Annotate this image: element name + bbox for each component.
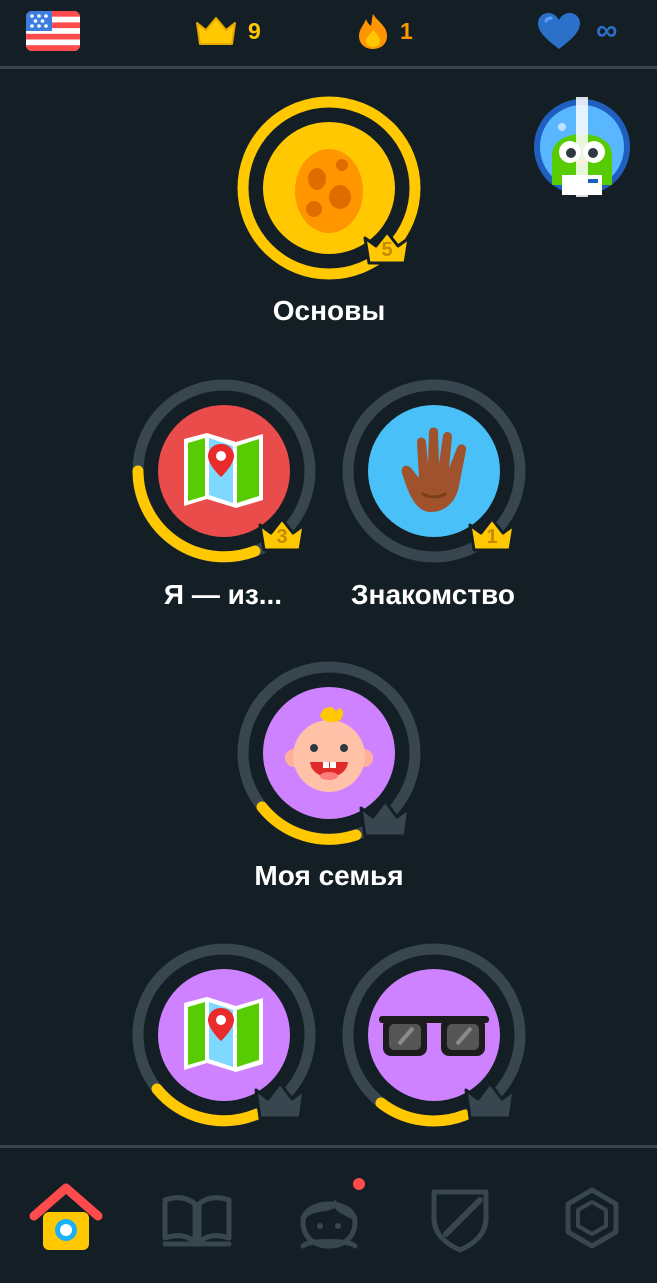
crown-icon-locked — [254, 1081, 306, 1120]
us-flag-icon — [26, 11, 80, 51]
crown-level-badge: 5 — [362, 229, 412, 265]
streak-counter[interactable]: 1 — [356, 14, 413, 49]
home-icon — [29, 1183, 103, 1250]
skill-ya-iz[interactable]: 3 — [129, 376, 319, 566]
skill-map-2[interactable] — [129, 940, 319, 1130]
skill-tree: 5 Основы 3 Я — из... 1 Знакомство Моя се… — [0, 69, 657, 1145]
crown-icon-locked — [359, 799, 411, 838]
skill-moya-semya[interactable] — [234, 658, 424, 848]
crown-level-badge: 1 — [467, 516, 517, 552]
crown-level-badge — [358, 798, 411, 838]
crown-level-badge — [253, 1080, 306, 1120]
crown-level-badge — [463, 1080, 516, 1120]
skill-label-znakomstvo: Знакомство — [351, 579, 515, 610]
book-icon — [162, 1195, 232, 1247]
nav-tab-shop[interactable] — [552, 1178, 632, 1258]
crown-icon — [196, 17, 236, 45]
hearts-value: ∞ — [596, 14, 618, 47]
crowns-count: 9 — [248, 17, 261, 44]
skill-label-moya-semya: Моя семья — [254, 860, 404, 891]
top-stats-bar: 9 1 ∞ — [0, 0, 657, 69]
crown-level-badge: 3 — [257, 516, 307, 552]
skill-znakomstvo[interactable]: 1 — [339, 376, 529, 566]
nav-tab-learn[interactable] — [26, 1178, 106, 1258]
nav-tab-profile[interactable] — [289, 1178, 369, 1258]
owl-mascot-button[interactable] — [532, 97, 632, 197]
shield-icon — [431, 1189, 489, 1253]
bottom-navigation — [0, 1145, 657, 1283]
heart-icon — [538, 13, 580, 49]
skill-label-osnovy: Основы — [272, 295, 386, 326]
nav-tab-leagues[interactable] — [420, 1178, 500, 1258]
owl-astronaut-icon — [534, 97, 630, 197]
avatar-icon — [300, 1199, 358, 1249]
skill-osnovy[interactable]: 5 — [234, 93, 424, 283]
notification-dot — [353, 1178, 365, 1190]
crowns-counter[interactable]: 9 — [194, 14, 261, 48]
gem-icon — [565, 1187, 619, 1249]
hearts-counter[interactable]: ∞ — [536, 13, 618, 49]
language-flag-button[interactable] — [26, 11, 80, 51]
crown-icon-locked — [464, 1081, 516, 1120]
skill-sunglasses[interactable] — [339, 940, 529, 1130]
streak-count: 1 — [400, 17, 413, 44]
streak-flame-icon — [359, 14, 387, 49]
nav-tab-stories[interactable] — [157, 1178, 237, 1258]
